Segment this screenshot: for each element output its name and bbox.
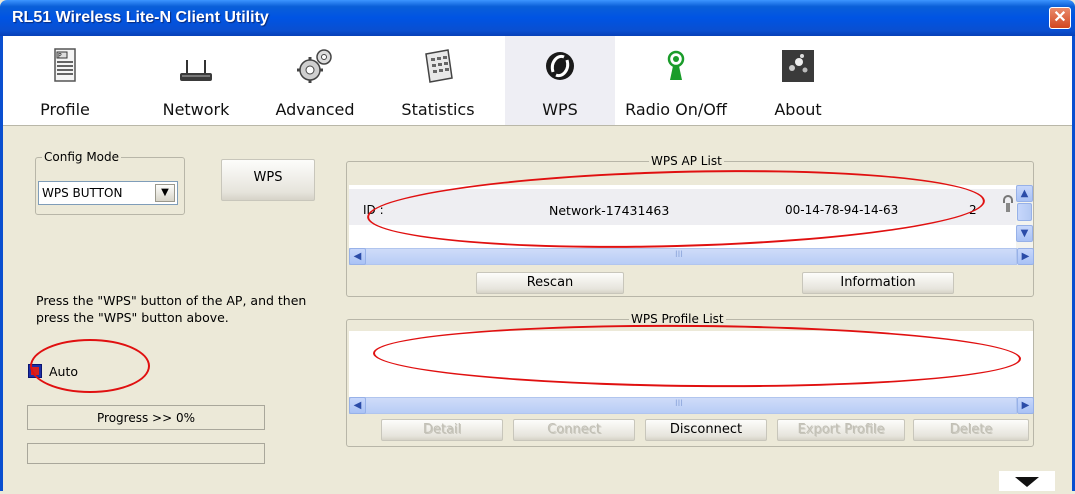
- scroll-right-icon[interactable]: ▶: [1017, 248, 1034, 265]
- config-mode-select[interactable]: WPS BUTTON ▼: [38, 181, 178, 205]
- profile-list-hscrollbar[interactable]: ◀ III ▶: [349, 397, 1034, 414]
- delete-button[interactable]: Delete: [913, 419, 1029, 441]
- scroll-grip: III: [675, 250, 683, 260]
- scroll-right-icon[interactable]: ▶: [1017, 397, 1034, 414]
- svg-text:P: P: [58, 53, 62, 60]
- window-title: RL51 Wireless Lite-N Client Utility: [12, 9, 269, 26]
- config-mode-group: Config Mode WPS BUTTON ▼: [35, 150, 185, 215]
- disconnect-button[interactable]: Disconnect: [645, 419, 767, 441]
- toolbar-item-statistics[interactable]: Statistics: [383, 36, 493, 125]
- wps-instructions: Press the "WPS" button of the AP, and th…: [36, 293, 307, 325]
- scroll-left-icon[interactable]: ◀: [349, 248, 366, 265]
- wps-panel: Config Mode WPS BUTTON ▼ WPS Press the "…: [3, 127, 1072, 491]
- detail-button[interactable]: Detail: [381, 419, 503, 441]
- toolbar-item-radio[interactable]: Radio On/Off: [615, 36, 737, 125]
- radio-icon: [667, 50, 685, 80]
- toolbar-item-label: About: [774, 100, 822, 119]
- config-mode-legend: Config Mode: [42, 150, 122, 164]
- highlight-ellipse-auto: [30, 339, 150, 393]
- scroll-down-icon[interactable]: ▼: [1016, 225, 1033, 242]
- toolbar-item-wps[interactable]: WPS: [505, 36, 615, 125]
- toolbar-item-label: WPS: [542, 100, 578, 119]
- toolbar-item-profile[interactable]: P Profile: [25, 36, 105, 125]
- expand-panel[interactable]: [999, 471, 1055, 491]
- title-bar: RL51 Wireless Lite-N Client Utility ✕: [0, 0, 1075, 36]
- toolbar-item-advanced[interactable]: Advanced: [265, 36, 365, 125]
- statistics-icon: [425, 49, 453, 83]
- ap-list-hscrollbar[interactable]: ◀ III ▶: [349, 248, 1034, 265]
- wps-start-button[interactable]: WPS: [221, 159, 315, 201]
- connect-button[interactable]: Connect: [513, 419, 635, 441]
- wps-ap-list-legend: WPS AP List: [649, 154, 724, 168]
- profile-icon: P: [54, 48, 76, 82]
- toolbar-item-about[interactable]: About: [763, 36, 833, 125]
- scroll-grip: III: [675, 399, 683, 409]
- scroll-thumb[interactable]: [1017, 203, 1032, 221]
- chevron-down-icon[interactable]: ▼: [155, 184, 175, 202]
- triangle-down-icon[interactable]: [999, 471, 1055, 491]
- toolbar-item-label: Profile: [40, 100, 90, 119]
- toolbar-item-label: Network: [162, 100, 230, 119]
- advanced-icon: [297, 49, 332, 83]
- export-profile-button[interactable]: Export Profile: [777, 419, 905, 441]
- progress-label: Progress >> 0%: [97, 411, 195, 425]
- close-button[interactable]: ✕: [1049, 7, 1071, 29]
- about-icon: [782, 50, 814, 82]
- progress-box: Progress >> 0%: [27, 405, 265, 430]
- scroll-up-icon[interactable]: ▲: [1016, 185, 1033, 202]
- network-icon: [180, 60, 212, 81]
- config-mode-value: WPS BUTTON: [42, 186, 123, 200]
- toolbar-item-label: Radio On/Off: [625, 100, 727, 119]
- wps-icon: [546, 52, 574, 80]
- information-button[interactable]: Information: [802, 272, 954, 294]
- scroll-left-icon[interactable]: ◀: [349, 397, 366, 414]
- lock-icon: [1003, 195, 1013, 212]
- toolbar-item-label: Advanced: [275, 100, 355, 119]
- toolbar-item-network[interactable]: Network: [151, 36, 241, 125]
- progress-bar: [27, 443, 265, 464]
- toolbar-item-label: Statistics: [401, 100, 475, 119]
- toolbar: P Profile Network Advanced Statistics WP…: [3, 36, 1072, 126]
- rescan-button[interactable]: Rescan: [476, 272, 624, 294]
